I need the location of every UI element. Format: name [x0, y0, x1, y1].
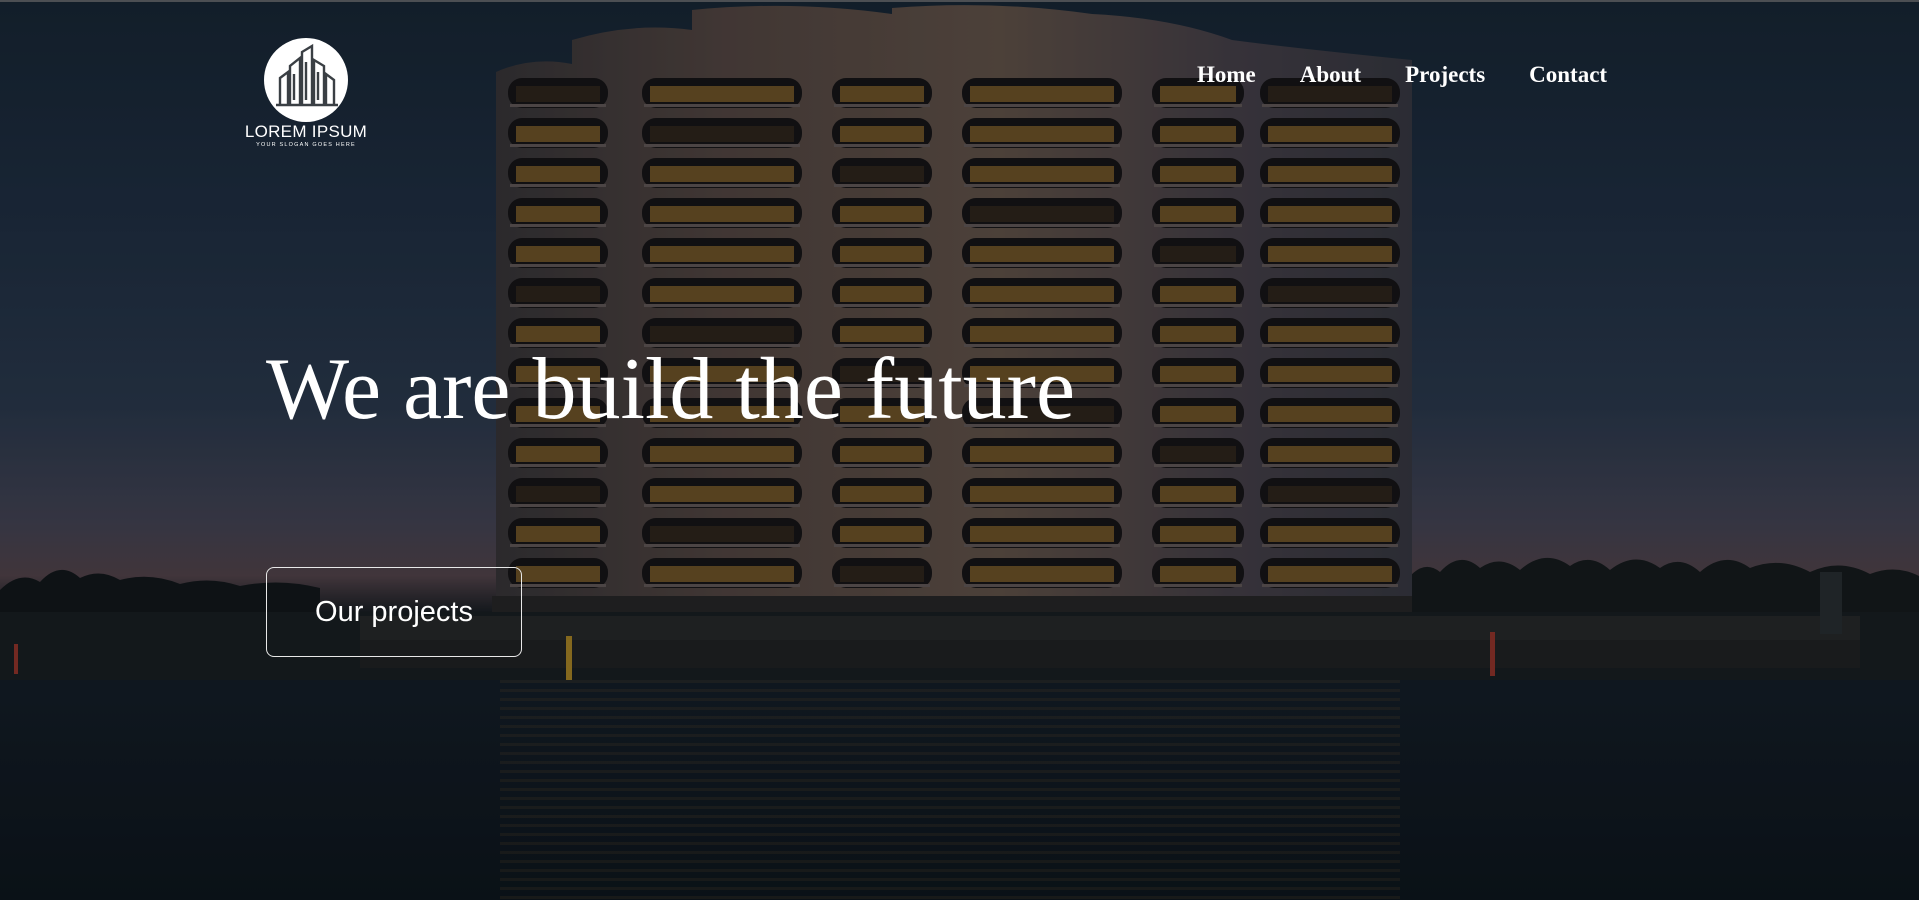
nav-contact-link[interactable]: Contact — [1529, 62, 1607, 88]
nav-about-link[interactable]: About — [1300, 62, 1361, 88]
brand-name: LOREM IPSUM — [244, 122, 368, 141]
brand-logo[interactable]: LOREM IPSUM YOUR SLOGAN GOES HERE — [244, 38, 368, 148]
brand-slogan: YOUR SLOGAN GOES HERE — [256, 142, 356, 148]
main-navigation: Home About Projects Contact — [1197, 62, 1607, 88]
nav-home-link[interactable]: Home — [1197, 62, 1256, 88]
our-projects-button[interactable]: Our projects — [266, 567, 522, 657]
hero-section: LOREM IPSUM YOUR SLOGAN GOES HERE Home A… — [0, 0, 1919, 900]
nav-projects-link[interactable]: Projects — [1405, 62, 1485, 88]
hero-headline: We are build the future — [266, 341, 1076, 438]
building-logo-icon — [264, 38, 348, 122]
